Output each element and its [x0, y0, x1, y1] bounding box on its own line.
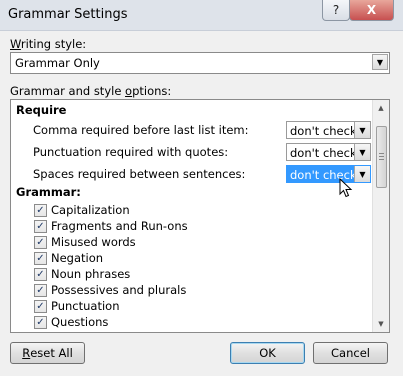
require-item-label: Spaces required between sentences: [33, 167, 246, 181]
checkbox-checked-icon[interactable]: ✓ [34, 252, 47, 265]
dropdown-value: don't check [290, 146, 357, 160]
dropdown-arrow-icon[interactable]: ▼ [372, 54, 388, 70]
grammar-option-label: Questions [51, 315, 109, 329]
reset-all-button[interactable]: Reset All [10, 342, 85, 364]
scrollbar-thumb[interactable] [376, 126, 387, 188]
ok-button[interactable]: OK [230, 342, 305, 364]
require-item-label: Comma required before last list item: [33, 123, 249, 137]
comma-rule-dropdown[interactable]: don't check ▼ [286, 121, 371, 139]
mouse-pointer-icon [339, 178, 353, 198]
checkbox-checked-icon[interactable]: ✓ [34, 236, 47, 249]
dropdown-arrow-icon[interactable]: ▼ [354, 144, 370, 160]
window-title: Grammar Settings [8, 7, 128, 22]
writing-style-label: Writing style: [10, 37, 87, 51]
checkbox-checked-icon[interactable]: ✓ [34, 204, 47, 217]
grammar-heading: Grammar: [16, 185, 81, 199]
require-heading: Require [16, 103, 67, 117]
grammar-option-label: Possessives and plurals [51, 283, 187, 297]
grammar-option-label: Misused words [51, 235, 136, 249]
grammar-option-label: Noun phrases [51, 267, 131, 281]
help-icon: ? [332, 3, 340, 17]
dropdown-arrow-icon[interactable]: ▼ [354, 122, 370, 138]
checkbox-checked-icon[interactable]: ✓ [34, 220, 47, 233]
checkbox-checked-icon[interactable]: ✓ [34, 300, 47, 313]
checkbox-checked-icon[interactable]: ✓ [34, 284, 47, 297]
title-bar: Grammar Settings ? X [0, 0, 403, 31]
dropdown-arrow-icon[interactable]: ▼ [354, 166, 370, 182]
options-list[interactable]: Require Comma required before last list … [10, 99, 390, 333]
vertical-scrollbar[interactable]: ▲ ▼ [372, 100, 389, 332]
grammar-option-label: Fragments and Run-ons [51, 219, 188, 233]
grammar-option-label: Punctuation [51, 299, 120, 313]
checkbox-checked-icon[interactable]: ✓ [34, 316, 47, 329]
writing-style-select[interactable]: Grammar Only ▼ [10, 52, 390, 74]
grammar-option-label: Negation [51, 251, 104, 265]
options-label: Grammar and style options: [10, 84, 172, 98]
require-item-label: Punctuation required with quotes: [33, 145, 229, 159]
scroll-up-icon[interactable]: ▲ [375, 102, 387, 114]
help-button[interactable]: ? [322, 0, 350, 21]
dropdown-value: don't check [290, 124, 357, 138]
checkbox-checked-icon[interactable]: ✓ [34, 268, 47, 281]
grammar-option-label: Capitalization [51, 203, 130, 217]
cancel-button[interactable]: Cancel [313, 342, 388, 364]
punctuation-quotes-dropdown[interactable]: don't check ▼ [286, 143, 371, 161]
close-button[interactable]: X [349, 0, 394, 21]
scroll-down-icon[interactable]: ▼ [375, 318, 387, 330]
close-icon: X [366, 3, 377, 17]
spaces-between-sentences-dropdown[interactable]: don't check ▼ [286, 165, 371, 183]
writing-style-value: Grammar Only [15, 56, 100, 70]
